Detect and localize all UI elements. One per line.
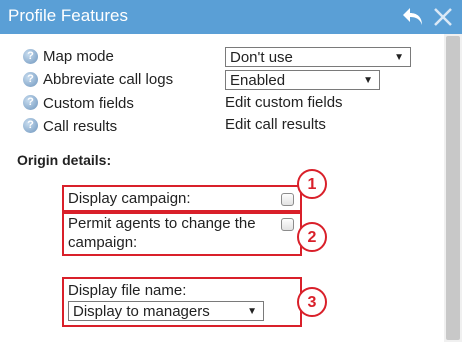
- origin-details-heading: Origin details:: [17, 152, 112, 168]
- permit-agents-label-line2: campaign:: [68, 234, 138, 251]
- map-mode-select[interactable]: Don't use ▼: [225, 47, 411, 67]
- map-mode-label: Map mode: [43, 48, 114, 65]
- help-icon[interactable]: ?: [23, 118, 38, 133]
- edit-call-results-link[interactable]: Edit call results: [225, 116, 326, 133]
- scrollbar-thumb[interactable]: [446, 36, 460, 340]
- display-file-name-value: Display to managers: [73, 303, 210, 320]
- display-file-name-label: Display file name:: [68, 282, 187, 299]
- help-icon[interactable]: ?: [23, 49, 38, 64]
- chevron-down-icon: ▼: [363, 75, 373, 86]
- custom-fields-label: Custom fields: [43, 95, 134, 112]
- abbreviate-call-logs-value: Enabled: [230, 72, 286, 89]
- edit-custom-fields-link[interactable]: Edit custom fields: [225, 94, 343, 111]
- undo-back-icon[interactable]: [400, 5, 426, 29]
- close-icon[interactable]: [432, 6, 454, 28]
- permit-agents-checkbox[interactable]: [281, 218, 294, 231]
- display-campaign-checkbox[interactable]: [281, 193, 294, 206]
- chevron-down-icon: ▼: [394, 52, 404, 63]
- display-file-name-select[interactable]: Display to managers ▼: [68, 301, 264, 321]
- title-bar: Profile Features: [0, 0, 462, 34]
- map-mode-value: Don't use: [230, 49, 293, 66]
- abbreviate-call-logs-label: Abbreviate call logs: [43, 71, 174, 88]
- callout-badge-2: 2: [297, 222, 327, 252]
- display-campaign-label: Display campaign:: [68, 190, 191, 207]
- callout-badge-1: 1: [297, 169, 327, 199]
- help-icon[interactable]: ?: [23, 95, 38, 110]
- callout-badge-3: 3: [297, 287, 327, 317]
- call-results-label: Call results: [43, 118, 118, 135]
- help-icon[interactable]: ?: [23, 72, 38, 87]
- chevron-down-icon: ▼: [247, 306, 257, 317]
- abbreviate-call-logs-select[interactable]: Enabled ▼: [225, 70, 380, 90]
- permit-agents-label-line1: Permit agents to change the: [68, 215, 256, 232]
- window-title: Profile Features: [8, 6, 128, 25]
